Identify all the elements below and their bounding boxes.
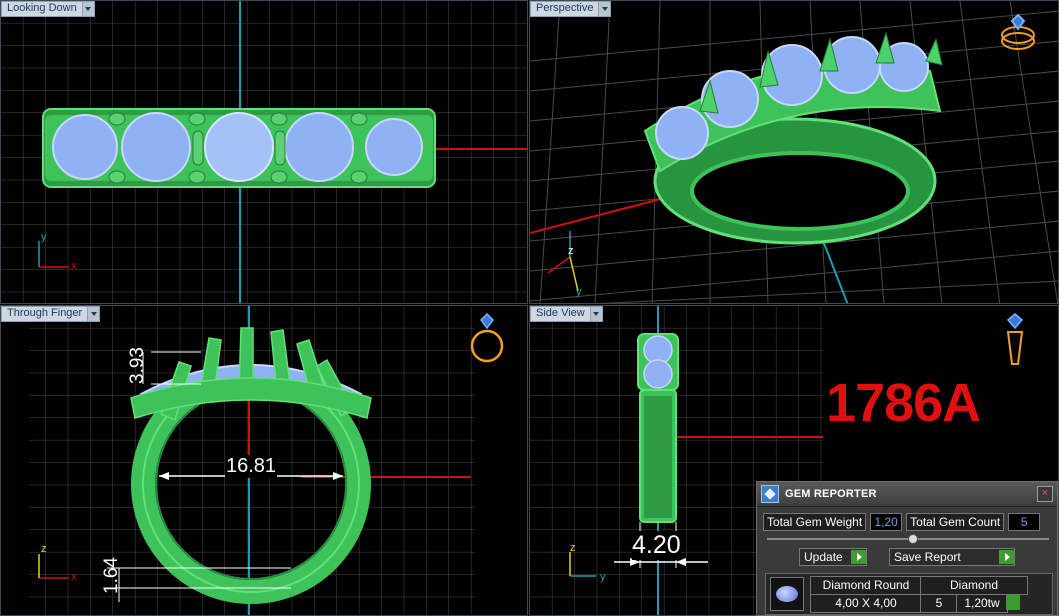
gem-size: 4,00 X 4,00 bbox=[810, 594, 922, 613]
slider-knob[interactable] bbox=[908, 534, 918, 544]
close-icon[interactable]: × bbox=[1037, 486, 1053, 502]
axis-z-label: z bbox=[41, 543, 47, 555]
chevron-down-icon[interactable] bbox=[589, 307, 602, 321]
axis-z-label: z bbox=[570, 542, 576, 554]
chevron-down-icon[interactable] bbox=[87, 307, 100, 321]
panel-slider[interactable] bbox=[767, 534, 1049, 544]
totals-row: Total Gem Weight 1,20 Total Gem Count 5 bbox=[763, 513, 1041, 531]
gem-reporter-header[interactable]: GEM REPORTER × bbox=[757, 482, 1057, 507]
axis-y-label: y bbox=[41, 231, 47, 243]
play-arrow-icon bbox=[999, 550, 1014, 564]
viewport-title: Perspective bbox=[536, 2, 594, 14]
update-button[interactable]: Update bbox=[799, 548, 867, 566]
model-code: 1786A bbox=[826, 373, 981, 433]
viewport-menu-through-finger[interactable]: Through Finger bbox=[1, 306, 101, 322]
total-gem-count-value: 5 bbox=[1008, 513, 1041, 531]
axis-x-label: x bbox=[71, 571, 77, 583]
update-button-label: Update bbox=[804, 550, 843, 564]
axis-z-label: z bbox=[568, 245, 574, 257]
viewport-title: Side View bbox=[536, 307, 585, 319]
ring-front-icon bbox=[470, 312, 504, 363]
chevron-down-icon[interactable] bbox=[598, 2, 611, 16]
viewport-menu-looking-down[interactable]: Looking Down bbox=[1, 1, 95, 17]
dimension-thickness: 1.64 bbox=[101, 557, 122, 594]
gem-count: 5 bbox=[920, 594, 958, 613]
gem-weight: 1,20tw bbox=[956, 594, 1008, 613]
chevron-down-icon[interactable] bbox=[81, 2, 94, 16]
gem-material: Diamond bbox=[920, 576, 1028, 595]
perspective-canvas bbox=[530, 1, 1058, 303]
gem-reporter-panel[interactable]: GEM REPORTER × Total Gem Weight 1,20 Tot… bbox=[756, 481, 1058, 616]
total-gem-weight-value: 1,20 bbox=[870, 513, 903, 531]
viewport-looking-down[interactable]: x y Looking Down bbox=[0, 0, 528, 304]
gem-reporter-title: GEM REPORTER bbox=[785, 488, 877, 500]
dimension-width: 4.20 bbox=[632, 531, 681, 560]
play-arrow-icon bbox=[851, 550, 866, 564]
viewport-menu-perspective[interactable]: Perspective bbox=[530, 1, 612, 17]
looking-down-canvas bbox=[1, 1, 527, 303]
gem-row-arrow-icon[interactable] bbox=[1006, 595, 1020, 610]
gem-table: Diamond Round Diamond 4,00 X 4,00 5 1,20… bbox=[765, 573, 1053, 615]
viewport-title: Looking Down bbox=[7, 2, 77, 14]
dimension-diameter: 16.81 bbox=[225, 455, 278, 478]
viewport-through-finger[interactable]: 3.93 16.81 1.64 z x Through Finger bbox=[0, 305, 528, 616]
viewport-menu-side-view[interactable]: Side View bbox=[530, 306, 603, 322]
viewport-perspective[interactable]: z y Perspective bbox=[529, 0, 1059, 304]
dimension-height: 3.93 bbox=[127, 347, 148, 384]
gem-thumbnail-icon bbox=[770, 577, 804, 611]
action-buttons: Update Save Report bbox=[799, 548, 1015, 566]
axis-y-label: y bbox=[600, 571, 606, 583]
save-report-button[interactable]: Save Report bbox=[889, 548, 1015, 566]
axis-y-label: y bbox=[576, 286, 582, 298]
total-gem-weight-label: Total Gem Weight bbox=[763, 513, 867, 531]
viewport-title: Through Finger bbox=[7, 307, 83, 319]
axis-x-label: x bbox=[71, 260, 77, 272]
ring-side-icon bbox=[1006, 313, 1024, 365]
gem-shape: Diamond Round bbox=[810, 576, 922, 595]
total-gem-count-label: Total Gem Count bbox=[906, 513, 1005, 531]
gem-reporter-logo-icon bbox=[761, 485, 779, 503]
save-report-button-label: Save Report bbox=[894, 550, 961, 564]
